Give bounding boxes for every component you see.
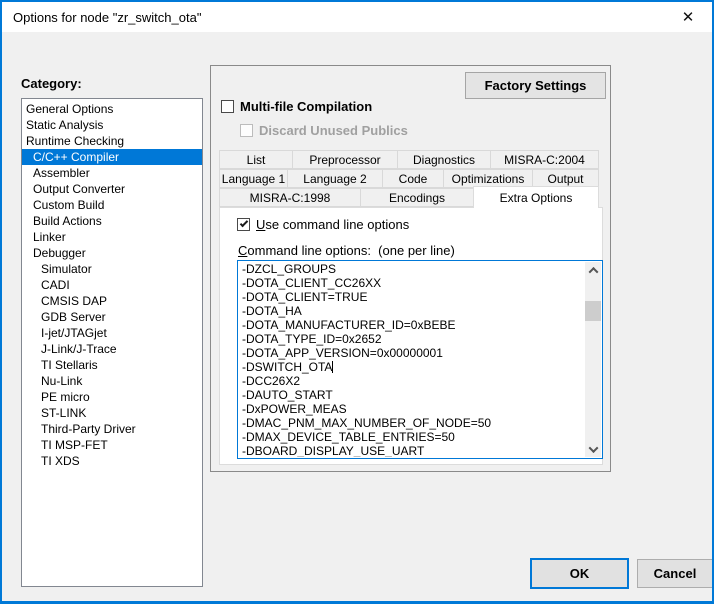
- command-line-options-text: -DZCL_GROUPS-DOTA_CLIENT_CC26XX-DOTA_CLI…: [242, 262, 584, 457]
- category-item-general-options[interactable]: General Options: [22, 101, 202, 117]
- window-title: Options for node "zr_switch_ota": [13, 10, 201, 25]
- discard-unused-publics-label: Discard Unused Publics: [259, 123, 408, 138]
- scroll-down-button[interactable]: [585, 441, 601, 457]
- category-item-third-party-driver[interactable]: Third-Party Driver: [22, 421, 202, 437]
- multi-file-compilation-label[interactable]: Multi-file Compilation: [240, 99, 372, 114]
- category-item-st-link[interactable]: ST-LINK: [22, 405, 202, 421]
- category-item-c-c-compiler[interactable]: C/C++ Compiler: [22, 149, 202, 165]
- category-item-linker[interactable]: Linker: [22, 229, 202, 245]
- factory-settings-label: Factory Settings: [485, 78, 587, 93]
- tab-encodings[interactable]: Encodings: [360, 188, 474, 207]
- category-item-cadi[interactable]: CADI: [22, 277, 202, 293]
- tab-extra-options[interactable]: Extra Options: [473, 186, 599, 208]
- command-line-option: -DMAC_PNM_MAX_NUMBER_OF_NODE=50: [242, 416, 584, 430]
- category-listbox[interactable]: General OptionsStatic AnalysisRuntime Ch…: [21, 98, 203, 587]
- category-item-pe-micro[interactable]: PE micro: [22, 389, 202, 405]
- tab-language-1[interactable]: Language 1: [219, 169, 288, 188]
- command-line-option: -DOTA_CLIENT_CC26XX: [242, 276, 584, 290]
- category-item-simulator[interactable]: Simulator: [22, 261, 202, 277]
- tab-misra-c-1998[interactable]: MISRA-C:1998: [219, 188, 361, 207]
- category-label: Category:: [21, 76, 82, 91]
- tab-row-1: ListPreprocessorDiagnosticsMISRA-C:2004: [219, 150, 599, 169]
- use-command-line-options-label[interactable]: Use command line options: [256, 217, 409, 232]
- multi-file-compilation-checkbox[interactable]: [221, 100, 234, 113]
- tab-misra-c-2004[interactable]: MISRA-C:2004: [490, 150, 599, 169]
- category-item-nu-link[interactable]: Nu-Link: [22, 373, 202, 389]
- category-item-ti-msp-fet[interactable]: TI MSP-FET: [22, 437, 202, 453]
- command-line-option: -DAUTO_START: [242, 388, 584, 402]
- discard-unused-publics-checkbox-row: Discard Unused Publics: [240, 123, 408, 138]
- command-line-option: -DOTA_TYPE_ID=0x2652: [242, 332, 584, 346]
- close-icon: ✕: [682, 8, 695, 26]
- command-line-option: -DSWITCH_OTA: [242, 360, 584, 374]
- text-caret: [332, 361, 333, 373]
- title-bar: Options for node "zr_switch_ota" ✕: [2, 2, 712, 32]
- scroll-up-button[interactable]: [585, 262, 601, 278]
- command-line-option: -DOTA_APP_VERSION=0x00000001: [242, 346, 584, 360]
- command-line-options-textarea[interactable]: -DZCL_GROUPS-DOTA_CLIENT_CC26XX-DOTA_CLI…: [237, 260, 603, 459]
- category-item-ti-xds[interactable]: TI XDS: [22, 453, 202, 469]
- category-item-gdb-server[interactable]: GDB Server: [22, 309, 202, 325]
- category-item-debugger[interactable]: Debugger: [22, 245, 202, 261]
- cancel-button-label: Cancel: [654, 566, 697, 581]
- category-item-static-analysis[interactable]: Static Analysis: [22, 117, 202, 133]
- command-line-option: -DOTA_MANUFACTURER_ID=0xBEBE: [242, 318, 584, 332]
- command-line-option: -DxPOWER_MEAS: [242, 402, 584, 416]
- use-command-line-options-checkbox[interactable]: [237, 218, 250, 231]
- cancel-button[interactable]: Cancel: [637, 559, 713, 588]
- close-button[interactable]: ✕: [670, 4, 706, 30]
- command-line-option: -DOTA_HA: [242, 304, 584, 318]
- use-command-line-options-row[interactable]: Use command line options: [237, 217, 409, 232]
- tab-row-3: MISRA-C:1998EncodingsExtra Options: [219, 188, 599, 207]
- ok-button-label: OK: [570, 566, 590, 581]
- tab-code[interactable]: Code: [382, 169, 444, 188]
- tab-preprocessor[interactable]: Preprocessor: [292, 150, 398, 169]
- category-item-output-converter[interactable]: Output Converter: [22, 181, 202, 197]
- category-item-assembler[interactable]: Assembler: [22, 165, 202, 181]
- multi-file-compilation-checkbox-row[interactable]: Multi-file Compilation: [221, 99, 372, 114]
- chevron-up-icon: [588, 266, 598, 276]
- category-item-cmsis-dap[interactable]: CMSIS DAP: [22, 293, 202, 309]
- category-item-runtime-checking[interactable]: Runtime Checking: [22, 133, 202, 149]
- tab-language-2[interactable]: Language 2: [287, 169, 383, 188]
- command-line-option: -DCC26X2: [242, 374, 584, 388]
- command-line-option: -DBOARD_DISPLAY_USE_UART: [242, 444, 584, 457]
- factory-settings-button[interactable]: Factory Settings: [465, 72, 606, 99]
- command-line-option: -DZCL_GROUPS: [242, 262, 584, 276]
- chevron-down-icon: [588, 443, 598, 453]
- command-line-option: -DMAX_DEVICE_TABLE_ENTRIES=50: [242, 430, 584, 444]
- checkmark-icon: [239, 219, 247, 227]
- scrollbar-thumb[interactable]: [585, 301, 601, 321]
- command-line-option: -DOTA_CLIENT=TRUE: [242, 290, 584, 304]
- editor-scrollbar[interactable]: [585, 262, 601, 457]
- category-item-custom-build[interactable]: Custom Build: [22, 197, 202, 213]
- command-line-options-label: Command line options: (one per line): [238, 243, 455, 258]
- category-item-i-jet-jtagjet[interactable]: I-jet/JTAGjet: [22, 325, 202, 341]
- ok-button[interactable]: OK: [530, 558, 629, 589]
- category-item-ti-stellaris[interactable]: TI Stellaris: [22, 357, 202, 373]
- tab-diagnostics[interactable]: Diagnostics: [397, 150, 491, 169]
- discard-unused-publics-checkbox: [240, 124, 253, 137]
- tab-list[interactable]: List: [219, 150, 293, 169]
- category-item-build-actions[interactable]: Build Actions: [22, 213, 202, 229]
- options-dialog-window: Options for node "zr_switch_ota" ✕ Categ…: [0, 0, 714, 604]
- category-item-j-link-j-trace[interactable]: J-Link/J-Trace: [22, 341, 202, 357]
